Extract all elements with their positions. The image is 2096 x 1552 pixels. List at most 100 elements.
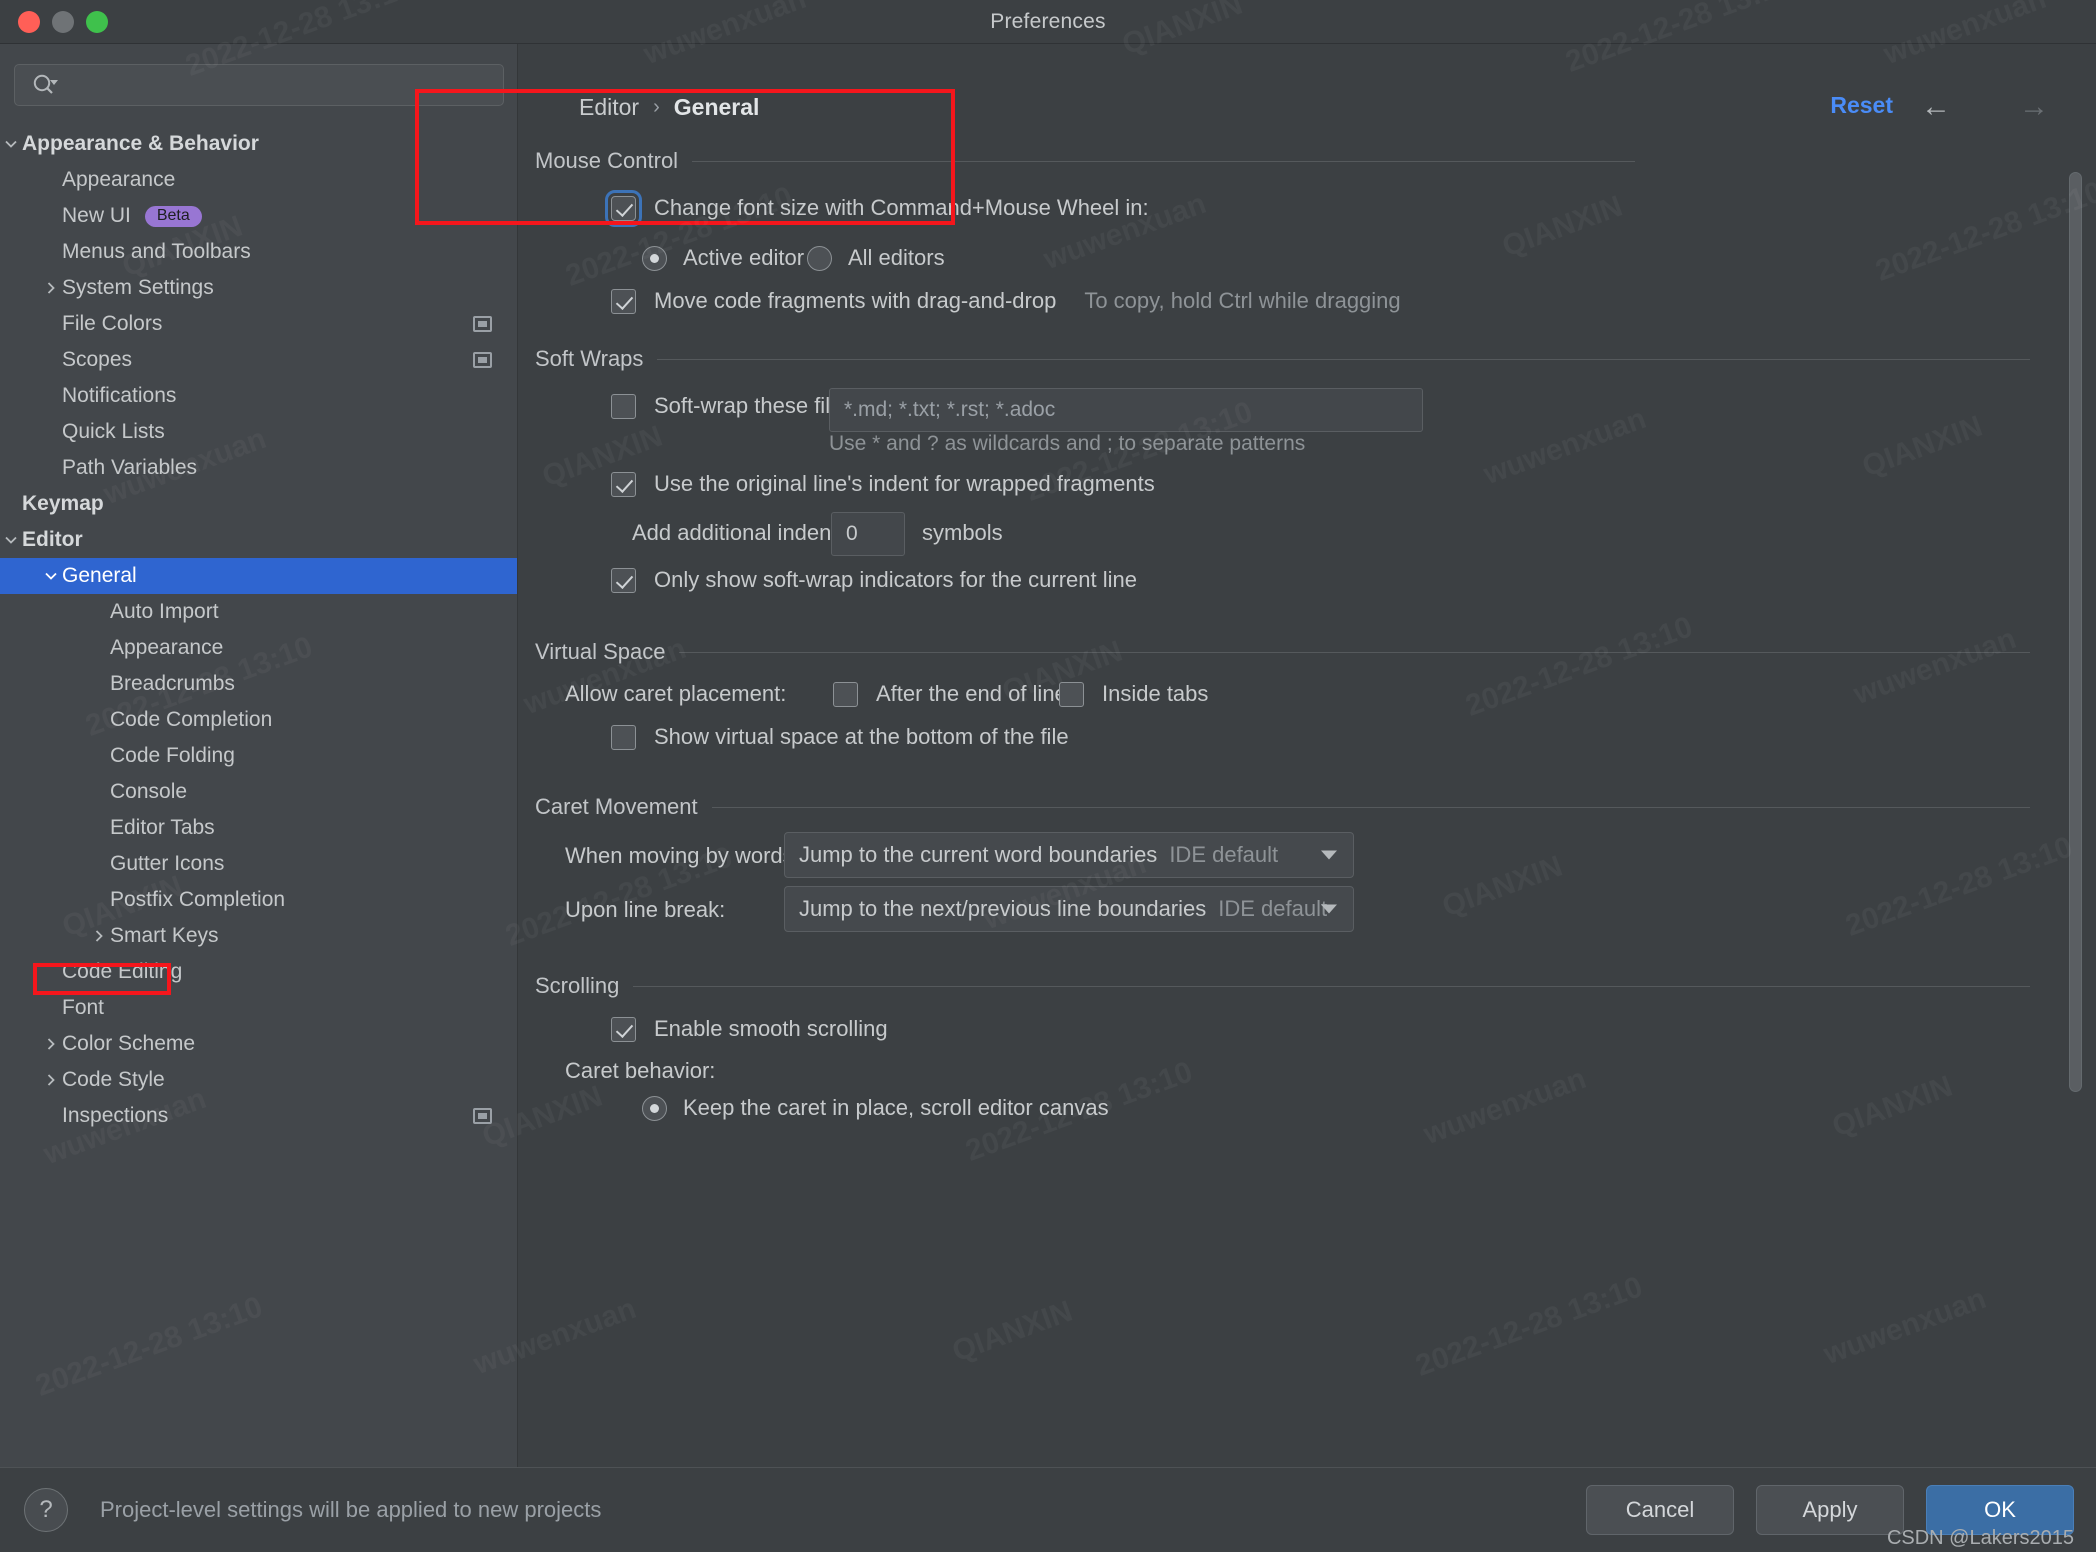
change-font-size-label: Change font size with Command+Mouse Whee…	[654, 195, 1149, 220]
sidebar-item-breadcrumbs[interactable]: Breadcrumbs	[0, 666, 517, 702]
additional-indent-label-wrap: Add additional indent:	[632, 520, 844, 546]
sidebar-item-smart-keys[interactable]: Smart Keys	[0, 918, 517, 954]
sidebar-item-label: Appearance	[110, 636, 224, 659]
section-soft-wraps: Soft Wraps	[535, 346, 2030, 372]
original-indent-checkbox[interactable]	[611, 471, 636, 497]
sidebar-item-new-ui[interactable]: New UI Beta	[0, 198, 517, 234]
show-virtual-space-row[interactable]: Show virtual space at the bottom of the …	[611, 724, 1069, 750]
when-moving-by-words-combo[interactable]: Jump to the current word boundaries IDE …	[784, 832, 1354, 878]
sidebar-item-label: Console	[110, 780, 188, 803]
inside-tabs-checkbox[interactable]	[1059, 681, 1084, 707]
smooth-scrolling-checkbox[interactable]	[611, 1016, 636, 1042]
sidebar-item-console[interactable]: Console	[0, 774, 517, 810]
scope-active-editor-row[interactable]: Active editor	[642, 245, 804, 271]
sidebar-item-menus-and-toolbars[interactable]: Menus and Toolbars	[0, 234, 517, 270]
additional-indent-unit: symbols	[922, 520, 1003, 545]
sidebar-item-editor[interactable]: Editor	[0, 522, 517, 558]
sidebar-item-code-style[interactable]: Code Style	[0, 1062, 517, 1098]
section-scrolling: Scrolling	[535, 973, 2030, 999]
only-current-line-label: Only show soft-wrap indicators for the c…	[654, 567, 1137, 592]
only-current-line-row[interactable]: Only show soft-wrap indicators for the c…	[611, 567, 1137, 593]
apply-button[interactable]: Apply	[1756, 1485, 1904, 1535]
all-editors-label: All editors	[848, 245, 945, 270]
sidebar-item-label: Postfix Completion	[110, 888, 286, 911]
when-moving-by-words-label-wrap: When moving by words:	[565, 843, 800, 869]
soft-wrap-files-input[interactable]: *.md; *.txt; *.rst; *.adoc	[829, 388, 1423, 432]
after-end-of-line-row[interactable]: After the end of line	[833, 681, 1067, 707]
search-box[interactable]	[14, 64, 504, 106]
caret-placement-label: Allow caret placement:	[565, 681, 787, 706]
active-editor-label: Active editor	[683, 245, 805, 270]
sidebar-item-appearance[interactable]: Appearance	[0, 630, 517, 666]
sidebar-item-system-settings[interactable]: System Settings	[0, 270, 517, 306]
sidebar-item-path-variables[interactable]: Path Variables	[0, 450, 517, 486]
drag-and-drop-row[interactable]: Move code fragments with drag-and-drop T…	[611, 288, 1401, 314]
sidebar-item-keymap[interactable]: Keymap	[0, 486, 517, 522]
only-current-line-checkbox[interactable]	[611, 567, 636, 593]
sidebar-item-postfix-completion[interactable]: Postfix Completion	[0, 882, 517, 918]
keep-caret-in-place-row[interactable]: Keep the caret in place, scroll editor c…	[642, 1095, 1109, 1121]
original-indent-row[interactable]: Use the original line's indent for wrapp…	[611, 471, 1155, 497]
project-level-icon	[473, 1108, 492, 1124]
section-caret-movement: Caret Movement	[535, 794, 2030, 820]
sidebar-item-font[interactable]: Font	[0, 990, 517, 1026]
navigate-back-icon[interactable]: ←	[1918, 92, 1954, 122]
keep-caret-in-place-radio[interactable]	[642, 1095, 667, 1121]
sidebar-item-appearance[interactable]: Appearance	[0, 162, 517, 198]
soft-wrap-files-checkbox[interactable]	[611, 393, 636, 419]
sidebar-item-gutter-icons[interactable]: Gutter Icons	[0, 846, 517, 882]
search-icon	[31, 73, 61, 97]
active-editor-radio[interactable]	[642, 245, 667, 271]
after-end-of-line-label: After the end of line	[876, 681, 1067, 706]
sidebar-item-label: Keymap	[22, 492, 104, 515]
scope-all-editors-row[interactable]: All editors	[807, 245, 945, 271]
window-title: Preferences	[990, 10, 1106, 33]
sidebar-item-scopes[interactable]: Scopes	[0, 342, 517, 378]
content-scrollbar-thumb[interactable]	[2069, 172, 2082, 1092]
project-level-icon	[473, 352, 492, 368]
soft-wrap-files-row[interactable]: Soft-wrap these files:	[611, 393, 859, 419]
all-editors-radio[interactable]	[807, 245, 832, 271]
sidebar-item-file-colors[interactable]: File Colors	[0, 306, 517, 342]
change-font-size-row[interactable]: Change font size with Command+Mouse Whee…	[605, 189, 1149, 227]
inside-tabs-row[interactable]: Inside tabs	[1059, 681, 1208, 707]
sidebar-item-code-folding[interactable]: Code Folding	[0, 738, 517, 774]
breadcrumb-root[interactable]: Editor	[579, 94, 639, 121]
drag-and-drop-checkbox[interactable]	[611, 288, 636, 314]
show-virtual-space-checkbox[interactable]	[611, 724, 636, 750]
when-moving-by-words-suffix: IDE default	[1169, 842, 1279, 867]
soft-wrap-files-hint: Use * and ? as wildcards and ; to separa…	[829, 432, 1306, 455]
sidebar-item-notifications[interactable]: Notifications	[0, 378, 517, 414]
sidebar-item-inspections[interactable]: Inspections	[0, 1098, 517, 1134]
sidebar-item-quick-lists[interactable]: Quick Lists	[0, 414, 517, 450]
sidebar-item-label: Path Variables	[62, 456, 198, 479]
help-button[interactable]: ?	[24, 1488, 68, 1532]
sidebar-item-auto-import[interactable]: Auto Import	[0, 594, 517, 630]
caret-behavior-label: Caret behavior:	[565, 1058, 716, 1083]
additional-indent-input[interactable]: 0	[831, 512, 905, 556]
sidebar-item-appearance-behavior[interactable]: Appearance & Behavior	[0, 126, 517, 162]
search-input[interactable]	[61, 74, 503, 96]
change-font-size-checkbox[interactable]	[605, 189, 642, 227]
inside-tabs-label: Inside tabs	[1102, 681, 1209, 706]
reset-button[interactable]: Reset	[1830, 92, 1893, 119]
smooth-scrolling-row[interactable]: Enable smooth scrolling	[611, 1016, 888, 1042]
after-end-of-line-checkbox[interactable]	[833, 681, 858, 707]
upon-line-break-combo[interactable]: Jump to the next/previous line boundarie…	[784, 886, 1354, 932]
sidebar-item-code-editing[interactable]: Code Editing	[0, 954, 517, 990]
sidebar-item-label: Auto Import	[110, 600, 219, 623]
sidebar-item-label: Smart Keys	[110, 924, 219, 947]
navigate-forward-icon[interactable]: →	[2016, 92, 2052, 122]
sidebar-item-color-scheme[interactable]: Color Scheme	[0, 1026, 517, 1062]
cancel-button[interactable]: Cancel	[1586, 1485, 1734, 1535]
sidebar-item-code-completion[interactable]: Code Completion	[0, 702, 517, 738]
sidebar-item-general[interactable]: General	[0, 558, 517, 594]
sidebar-item-label: Gutter Icons	[110, 852, 225, 875]
sidebar-item-editor-tabs[interactable]: Editor Tabs	[0, 810, 517, 846]
